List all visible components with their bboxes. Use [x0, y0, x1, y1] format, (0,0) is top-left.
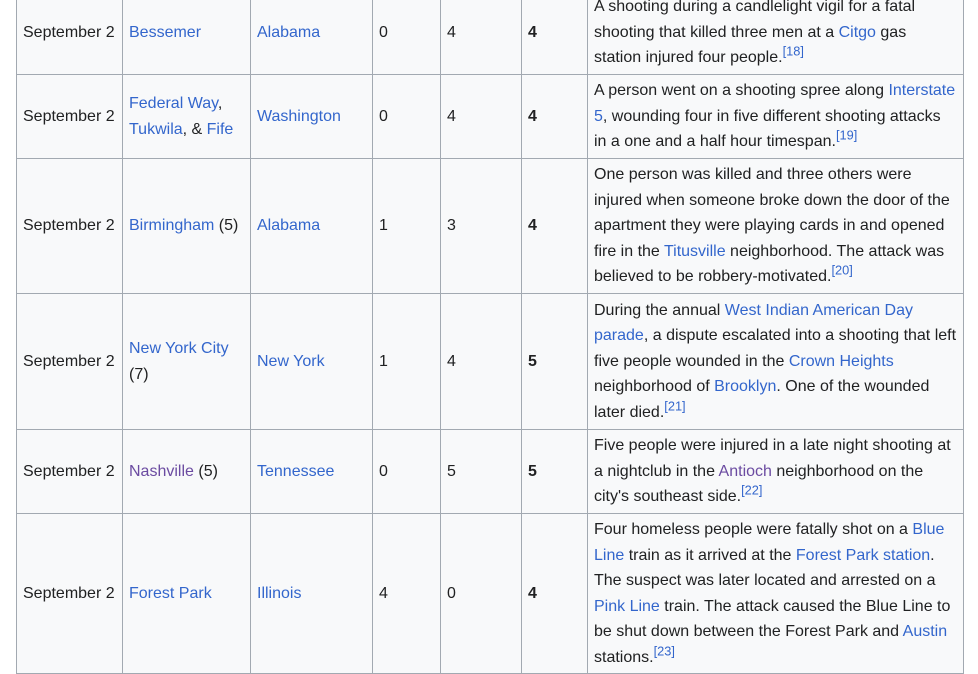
wiki-link[interactable]: Forest Park: [129, 585, 212, 602]
wiki-link[interactable]: Pink Line: [594, 598, 660, 615]
mass-shootings-table-viewport: September 2 Bessemer Alabama 0 4 4 A shooting …: [16, 0, 964, 674]
description-cell: A shooting during a candlelight vigil fo…: [587, 0, 964, 75]
text-run: stations.: [594, 648, 654, 666]
dead-count-cell: 4: [372, 513, 441, 674]
date-cell: September 2: [16, 513, 123, 674]
wiki-link[interactable]: Fife: [207, 121, 234, 138]
table-row: September 2 Federal Way, Tukwila, & Fife W…: [16, 74, 964, 159]
description-cell: A person went on a shooting spree along …: [587, 74, 964, 159]
table-row: September 2 Nashville (5) Tennessee 0 5 5 Five…: [16, 429, 964, 514]
injured-count-cell: 3: [440, 158, 522, 294]
wiki-link[interactable]: Birmingham: [129, 217, 214, 234]
wiki-link[interactable]: Federal Way: [129, 95, 218, 112]
city-cell: New York City (7): [122, 293, 251, 430]
table-row: September 2 Birmingham (5) Alabama 1 3 4 One p…: [16, 158, 964, 294]
city-cell: Forest Park: [122, 513, 251, 674]
city-cell: Bessemer: [122, 0, 251, 75]
description-cell: During the annual West Indian American D…: [587, 293, 964, 430]
dead-count-cell: 0: [372, 429, 441, 514]
text-run: neighborhood of: [594, 378, 715, 396]
wiki-link[interactable]: Titusville: [664, 243, 726, 260]
injured-count-cell: 4: [440, 0, 522, 75]
date-cell: September 2: [16, 74, 123, 159]
description-cell: Five people were injured in a late night…: [587, 429, 964, 514]
state-link[interactable]: New York: [257, 353, 325, 370]
wiki-link[interactable]: Antioch: [719, 463, 772, 480]
text-run: ,: [217, 95, 223, 112]
city-cell: Birmingham (5): [122, 158, 251, 294]
citation-link[interactable]: [19]: [836, 128, 857, 143]
text-run: train as it arrived at the: [624, 546, 796, 564]
citation-link[interactable]: [21]: [664, 398, 685, 413]
description-cell: Four homeless people were fatally shot o…: [587, 513, 964, 674]
citation-link[interactable]: [18]: [783, 44, 804, 59]
date-cell: September 2: [16, 293, 123, 430]
citation-ref[interactable]: [19]: [836, 128, 857, 143]
state-cell: New York: [250, 293, 373, 430]
date-cell: September 2: [16, 0, 123, 75]
wiki-link[interactable]: Citgo: [839, 24, 876, 41]
description-cell: One person was killed and three others w…: [587, 158, 964, 294]
state-link[interactable]: Illinois: [257, 585, 301, 602]
date-cell: September 2: [16, 158, 123, 294]
text-run: During the annual: [594, 301, 725, 319]
city-cell: Federal Way, Tukwila, & Fife: [122, 74, 251, 159]
wiki-link[interactable]: Crown Heights: [789, 353, 894, 370]
dead-count-cell: 0: [372, 74, 441, 159]
text-run: , a dispute escalated into a shooting th…: [594, 327, 957, 370]
state-link[interactable]: Alabama: [257, 24, 320, 41]
state-cell: Alabama: [250, 0, 373, 75]
text-run: A person went on a shooting spree along: [594, 82, 889, 100]
text-run: (7): [129, 365, 149, 383]
text-run: (5): [193, 462, 218, 480]
state-cell: Illinois: [250, 513, 373, 674]
citation-link[interactable]: [20]: [831, 263, 852, 278]
citation-ref[interactable]: [23]: [654, 643, 675, 658]
wiki-link[interactable]: Brooklyn: [714, 378, 776, 395]
state-cell: Tennessee: [250, 429, 373, 514]
citation-link[interactable]: [22]: [741, 483, 762, 498]
injured-count-cell: 0: [440, 513, 522, 674]
injured-count-cell: 5: [440, 429, 522, 514]
wiki-link[interactable]: Forest Park station: [796, 547, 930, 564]
wiki-link[interactable]: Tukwila: [129, 121, 183, 138]
table-row: September 2 Forest Park Illinois 4 0 4 Four ho…: [16, 513, 964, 674]
state-link[interactable]: Alabama: [257, 217, 320, 234]
text-run: , &: [182, 120, 207, 138]
state-link[interactable]: Tennessee: [257, 463, 334, 480]
dead-count-cell: 0: [372, 0, 441, 75]
total-count-cell: 5: [521, 293, 588, 430]
wiki-link[interactable]: Austin: [903, 623, 947, 640]
state-cell: Washington: [250, 74, 373, 159]
wiki-link[interactable]: Bessemer: [129, 24, 201, 41]
table-row: September 2 New York City (7) New York 1 4 5 D…: [16, 293, 964, 430]
state-cell: Alabama: [250, 158, 373, 294]
total-count-cell: 4: [521, 0, 588, 75]
injured-count-cell: 4: [440, 74, 522, 159]
table-body: September 2 Bessemer Alabama 0 4 4 A shooting …: [16, 0, 964, 674]
text-run: , wounding four in five different shooti…: [594, 107, 941, 151]
wiki-link[interactable]: Nashville: [129, 463, 194, 480]
text-run: Four homeless people were fatally shot o…: [594, 521, 913, 538]
table-row: September 2 Bessemer Alabama 0 4 4 A shooting …: [16, 0, 964, 75]
citation-ref[interactable]: [20]: [831, 263, 852, 278]
mass-shootings-table: September 2 Bessemer Alabama 0 4 4 A shooting …: [16, 0, 964, 674]
dead-count-cell: 1: [372, 158, 441, 294]
total-count-cell: 5: [521, 429, 588, 514]
city-cell: Nashville (5): [122, 429, 251, 514]
injured-count-cell: 4: [440, 293, 522, 430]
total-count-cell: 4: [521, 513, 588, 674]
text-run: (5): [214, 217, 239, 235]
citation-link[interactable]: [23]: [654, 643, 675, 658]
citation-ref[interactable]: [21]: [664, 398, 685, 413]
total-count-cell: 4: [521, 158, 588, 294]
citation-ref[interactable]: [22]: [741, 483, 762, 498]
wiki-link[interactable]: New York City: [129, 340, 229, 357]
dead-count-cell: 1: [372, 293, 441, 430]
total-count-cell: 4: [521, 74, 588, 159]
date-cell: September 2: [16, 429, 123, 514]
citation-ref[interactable]: [18]: [783, 44, 804, 59]
state-link[interactable]: Washington: [257, 108, 341, 125]
